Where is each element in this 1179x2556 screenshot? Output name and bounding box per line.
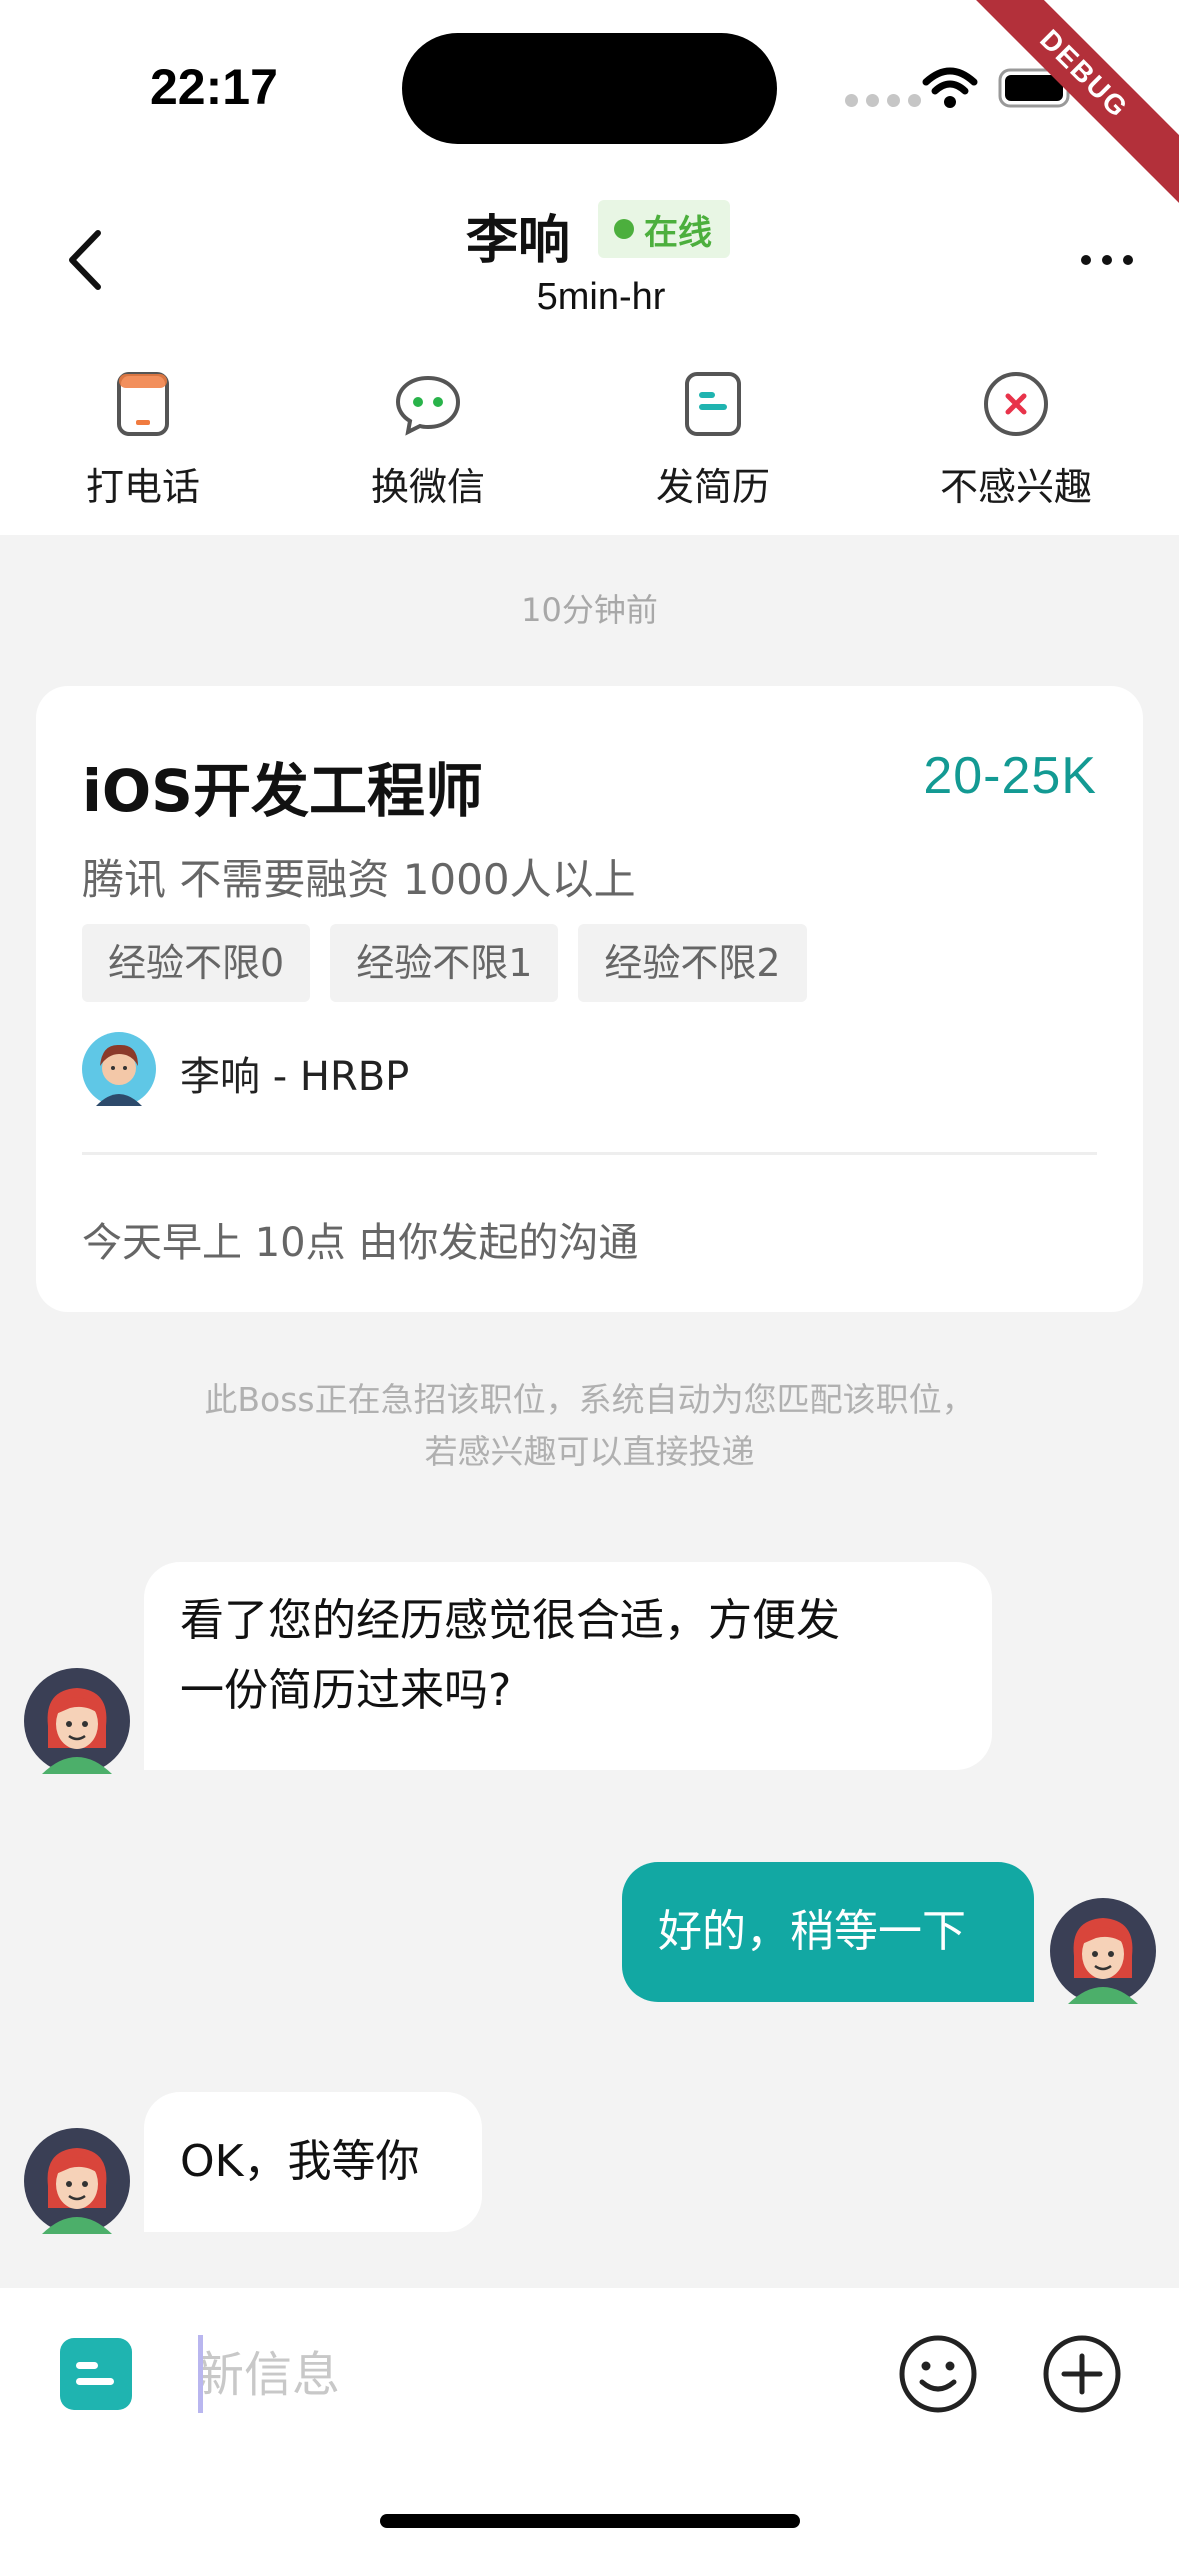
message-bubble-received[interactable]: 看了您的经历感觉很合适，方便发 一份简历过来吗? xyxy=(144,1562,992,1770)
home-indicator[interactable] xyxy=(380,2514,800,2528)
message-text: 一份简历过来吗? xyxy=(180,1665,512,1716)
contact-avatar[interactable] xyxy=(24,1668,130,1774)
plus-icon[interactable] xyxy=(1042,2334,1122,2414)
cellular-signal-icon xyxy=(845,94,921,107)
job-card-footer: 今天早上 10点 由你发起的沟通 xyxy=(82,1220,639,1266)
send-resume-button[interactable]: 发简历 xyxy=(603,370,823,511)
job-card[interactable]: iOS开发工程师 20-25K 腾讯 不需要融资 1000人以上 经验不限0 经… xyxy=(36,686,1143,1312)
not-interested-icon xyxy=(984,372,1048,436)
system-notice-line: 此Boss正在急招该职位，系统自动为您匹配该职位， xyxy=(204,1380,975,1419)
card-divider xyxy=(82,1152,1097,1155)
message-bubble-sent[interactable]: 好的，稍等一下 xyxy=(622,1862,1034,2002)
exchange-wechat-label: 换微信 xyxy=(370,465,485,509)
status-time: 22:17 xyxy=(150,59,278,115)
message-text: 好的，稍等一下 xyxy=(658,1906,966,1957)
self-avatar[interactable] xyxy=(1050,1898,1156,2004)
send-resume-label: 发简历 xyxy=(655,465,770,509)
call-action-button[interactable]: 打电话 xyxy=(33,370,253,511)
recruiter-avatar xyxy=(82,1032,156,1106)
quick-reply-icon[interactable] xyxy=(60,2338,132,2410)
contact-subtitle: 5min-hr xyxy=(536,276,666,318)
job-salary: 20-25K xyxy=(923,747,1097,805)
job-tag: 经验不限1 xyxy=(330,924,559,1002)
not-interested-label: 不感兴趣 xyxy=(939,465,1092,509)
exchange-wechat-button[interactable]: 换微信 xyxy=(318,370,538,511)
wechat-icon xyxy=(395,375,461,436)
job-tag: 经验不限2 xyxy=(578,924,807,1002)
system-notice: 此Boss正在急招该职位，系统自动为您匹配该职位， 若感兴趣可以直接投递 xyxy=(0,1374,1179,1478)
not-interested-button[interactable]: 不感兴趣 xyxy=(906,370,1126,511)
call-action-label: 打电话 xyxy=(85,465,200,509)
system-notice-line: 若感兴趣可以直接投递 xyxy=(424,1432,755,1471)
dynamic-island xyxy=(402,33,777,144)
job-company-info: 腾讯 不需要融资 1000人以上 xyxy=(82,855,636,904)
message-bubble-received[interactable]: OK，我等你 xyxy=(144,2092,482,2232)
wifi-icon xyxy=(922,67,978,108)
online-status-badge: 在线 xyxy=(598,200,730,258)
chat-timestamp: 10分钟前 xyxy=(521,591,658,629)
contact-name: 李响 xyxy=(466,211,571,271)
message-input[interactable] xyxy=(196,2328,846,2422)
emoji-icon[interactable] xyxy=(898,2334,978,2414)
contact-avatar[interactable] xyxy=(24,2128,130,2234)
message-text: OK，我等你 xyxy=(180,2136,420,2187)
message-text: 看了您的经历感觉很合适，方便发 xyxy=(180,1595,840,1646)
more-options-icon[interactable] xyxy=(1078,252,1136,268)
text-caret xyxy=(198,2335,203,2413)
phone-icon xyxy=(117,372,169,436)
online-status-label: 在线 xyxy=(644,212,712,253)
online-dot-icon xyxy=(614,219,634,239)
job-title: iOS开发工程师 xyxy=(82,757,483,825)
job-tag: 经验不限0 xyxy=(82,924,311,1002)
recruiter-name: 李响 - HRBP xyxy=(180,1054,410,1100)
job-tags: 经验不限0 经验不限1 经验不限2 xyxy=(82,924,807,1002)
resume-icon xyxy=(685,372,741,436)
